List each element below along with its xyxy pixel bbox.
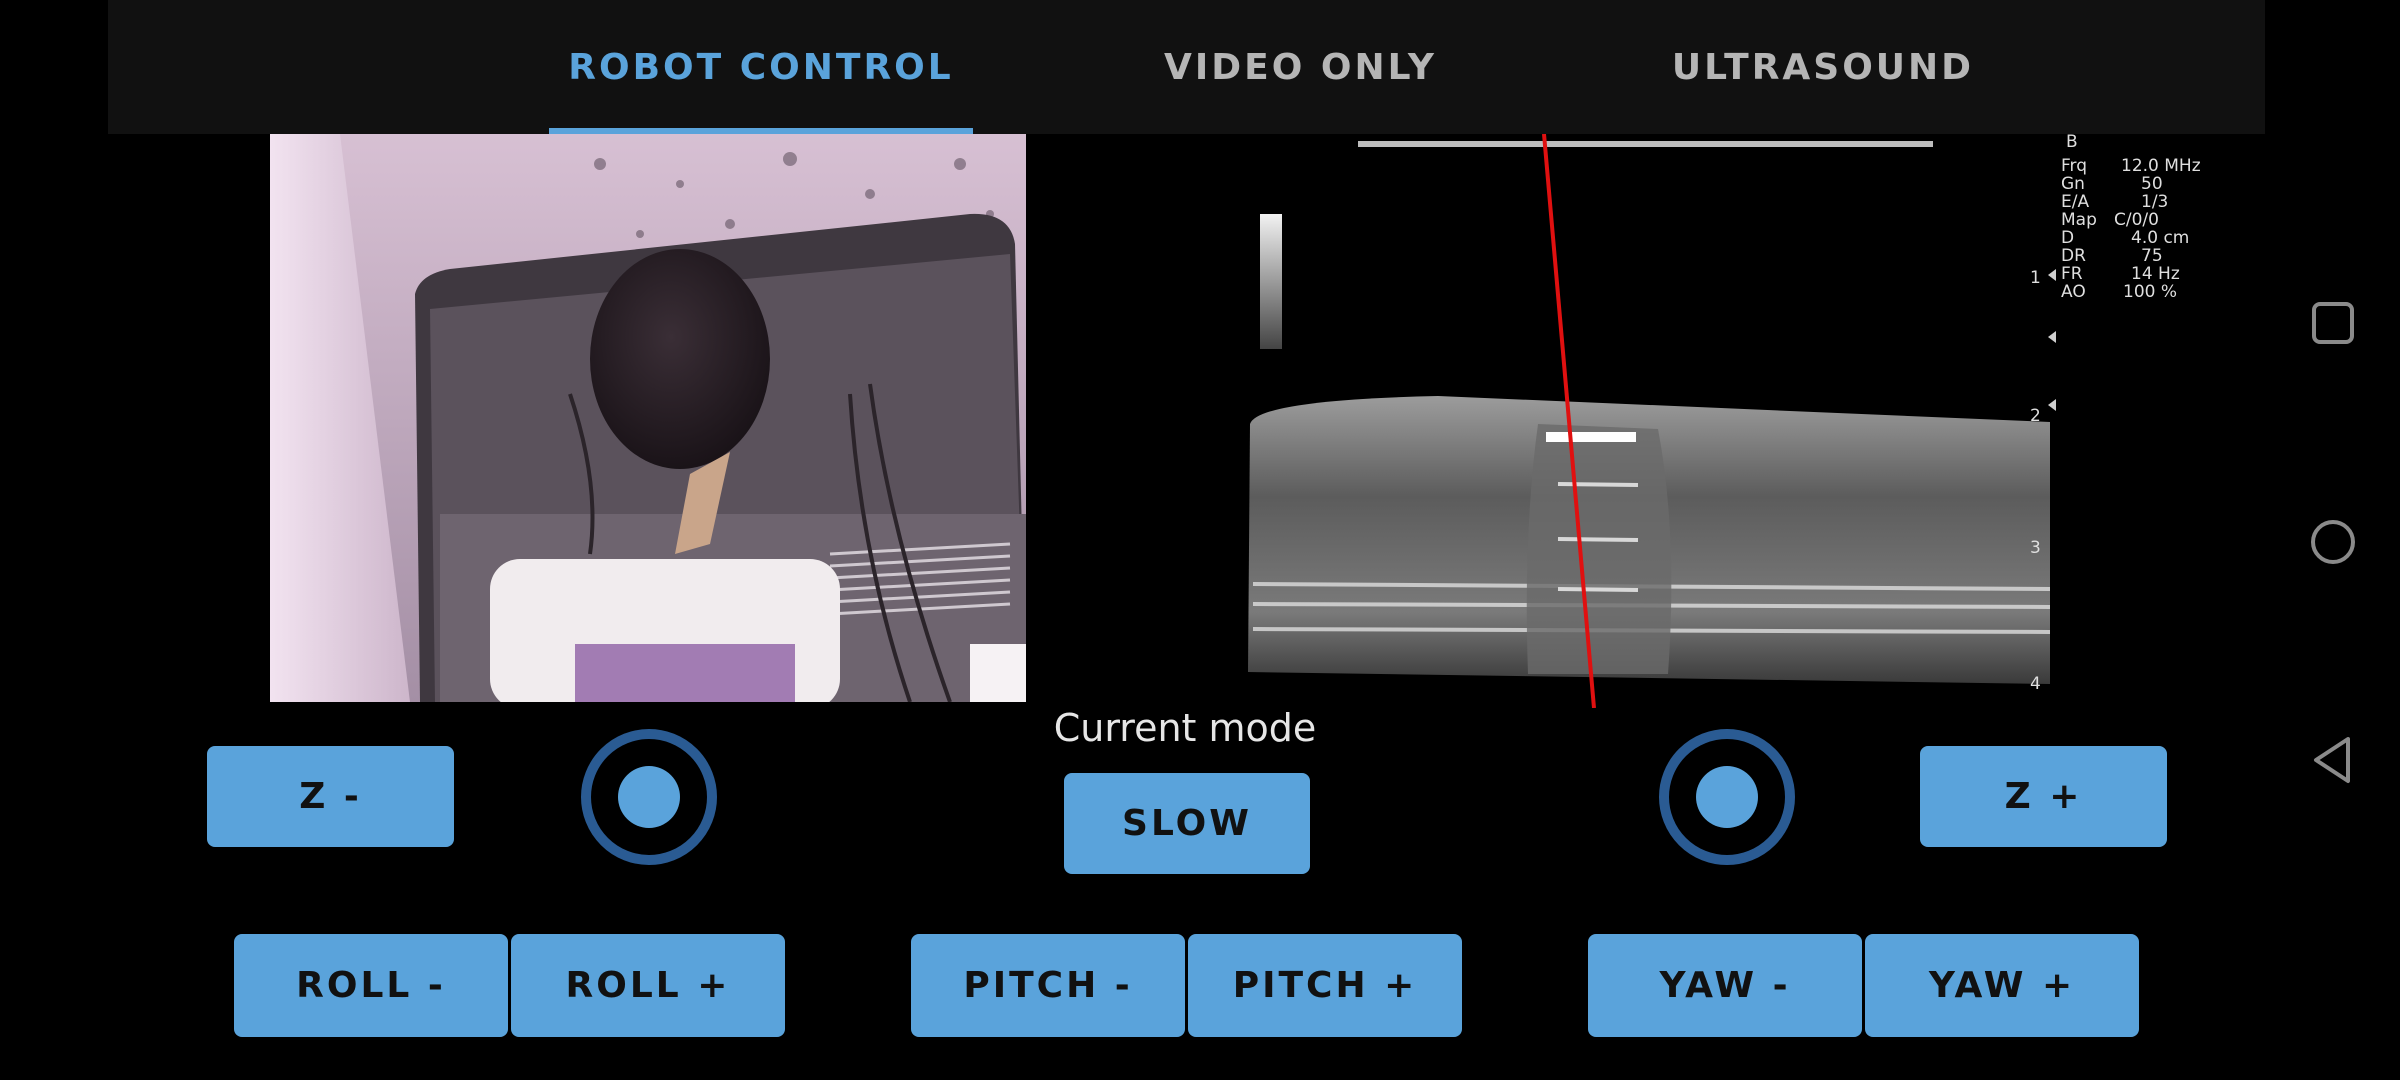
us-depth-mark-4: 4 [2030,674,2041,694]
us-param-dr-key: DR [2061,246,2086,266]
back-triangle-icon[interactable] [2310,735,2354,785]
roll-plus-button[interactable]: ROLL + [511,934,785,1037]
us-param-ea-key: E/A [2061,192,2090,212]
us-param-gn-key: Gn [2061,174,2085,194]
us-param-map-key: Map [2061,210,2097,230]
yaw-minus-button[interactable]: YAW - [1588,934,1862,1037]
ultrasound-image [1248,134,2056,708]
us-depth-mark-2: 2 [2030,406,2041,426]
us-param-frq-value: 12.0 MHz [2121,156,2201,176]
roll-minus-button[interactable]: ROLL - [234,934,508,1037]
us-param-dr-value: 75 [2141,246,2163,266]
us-param-d-key: D [2061,228,2075,248]
us-param-fr-key: FR [2061,264,2083,284]
us-param-ea-value: 1/3 [2141,192,2169,212]
camera-feed [270,134,1026,702]
us-param-ao-key: AO [2061,282,2086,302]
us-param-map-value: C/0/0 [2114,210,2159,230]
mode-toggle-button[interactable]: SLOW [1064,773,1310,874]
tab-robot-control[interactable]: ROBOT CONTROL [549,0,973,134]
tab-video-only[interactable]: VIDEO ONLY [1028,0,1573,134]
z-minus-button[interactable]: Z - [207,746,454,847]
ultrasound-view: B Frq 12.0 MHz Gn 50 E/A 1/3 Map C/0/0 D… [1238,134,2264,708]
pitch-plus-button[interactable]: PITCH + [1188,934,1462,1037]
us-param-d-value: 4.0 cm [2131,228,2190,248]
us-depth-mark-3: 3 [2030,538,2041,558]
current-mode-label: Current mode [1053,706,1317,750]
right-joystick[interactable] [1659,729,1795,865]
us-param-mode: B [2066,134,2078,152]
us-param-gn-value: 50 [2141,174,2163,194]
right-joystick-knob[interactable] [1696,766,1758,828]
us-param-fr-value: 14 Hz [2131,264,2180,284]
tab-ultrasound[interactable]: ULTRASOUND [1573,0,2073,134]
home-circle-icon[interactable] [2308,517,2358,567]
camera-image [270,134,1026,702]
left-joystick[interactable] [581,729,717,865]
left-joystick-knob[interactable] [618,766,680,828]
tab-bar: ROBOT CONTROL VIDEO ONLY ULTRASOUND [108,0,2265,134]
us-param-ao-value: 100 % [2123,282,2178,302]
yaw-plus-button[interactable]: YAW + [1865,934,2139,1037]
us-param-frq-key: Frq [2061,156,2088,176]
recents-square-icon[interactable] [2310,300,2356,346]
us-depth-mark-1: 1 [2030,268,2041,288]
z-plus-button[interactable]: Z + [1920,746,2167,847]
pitch-minus-button[interactable]: PITCH - [911,934,1185,1037]
